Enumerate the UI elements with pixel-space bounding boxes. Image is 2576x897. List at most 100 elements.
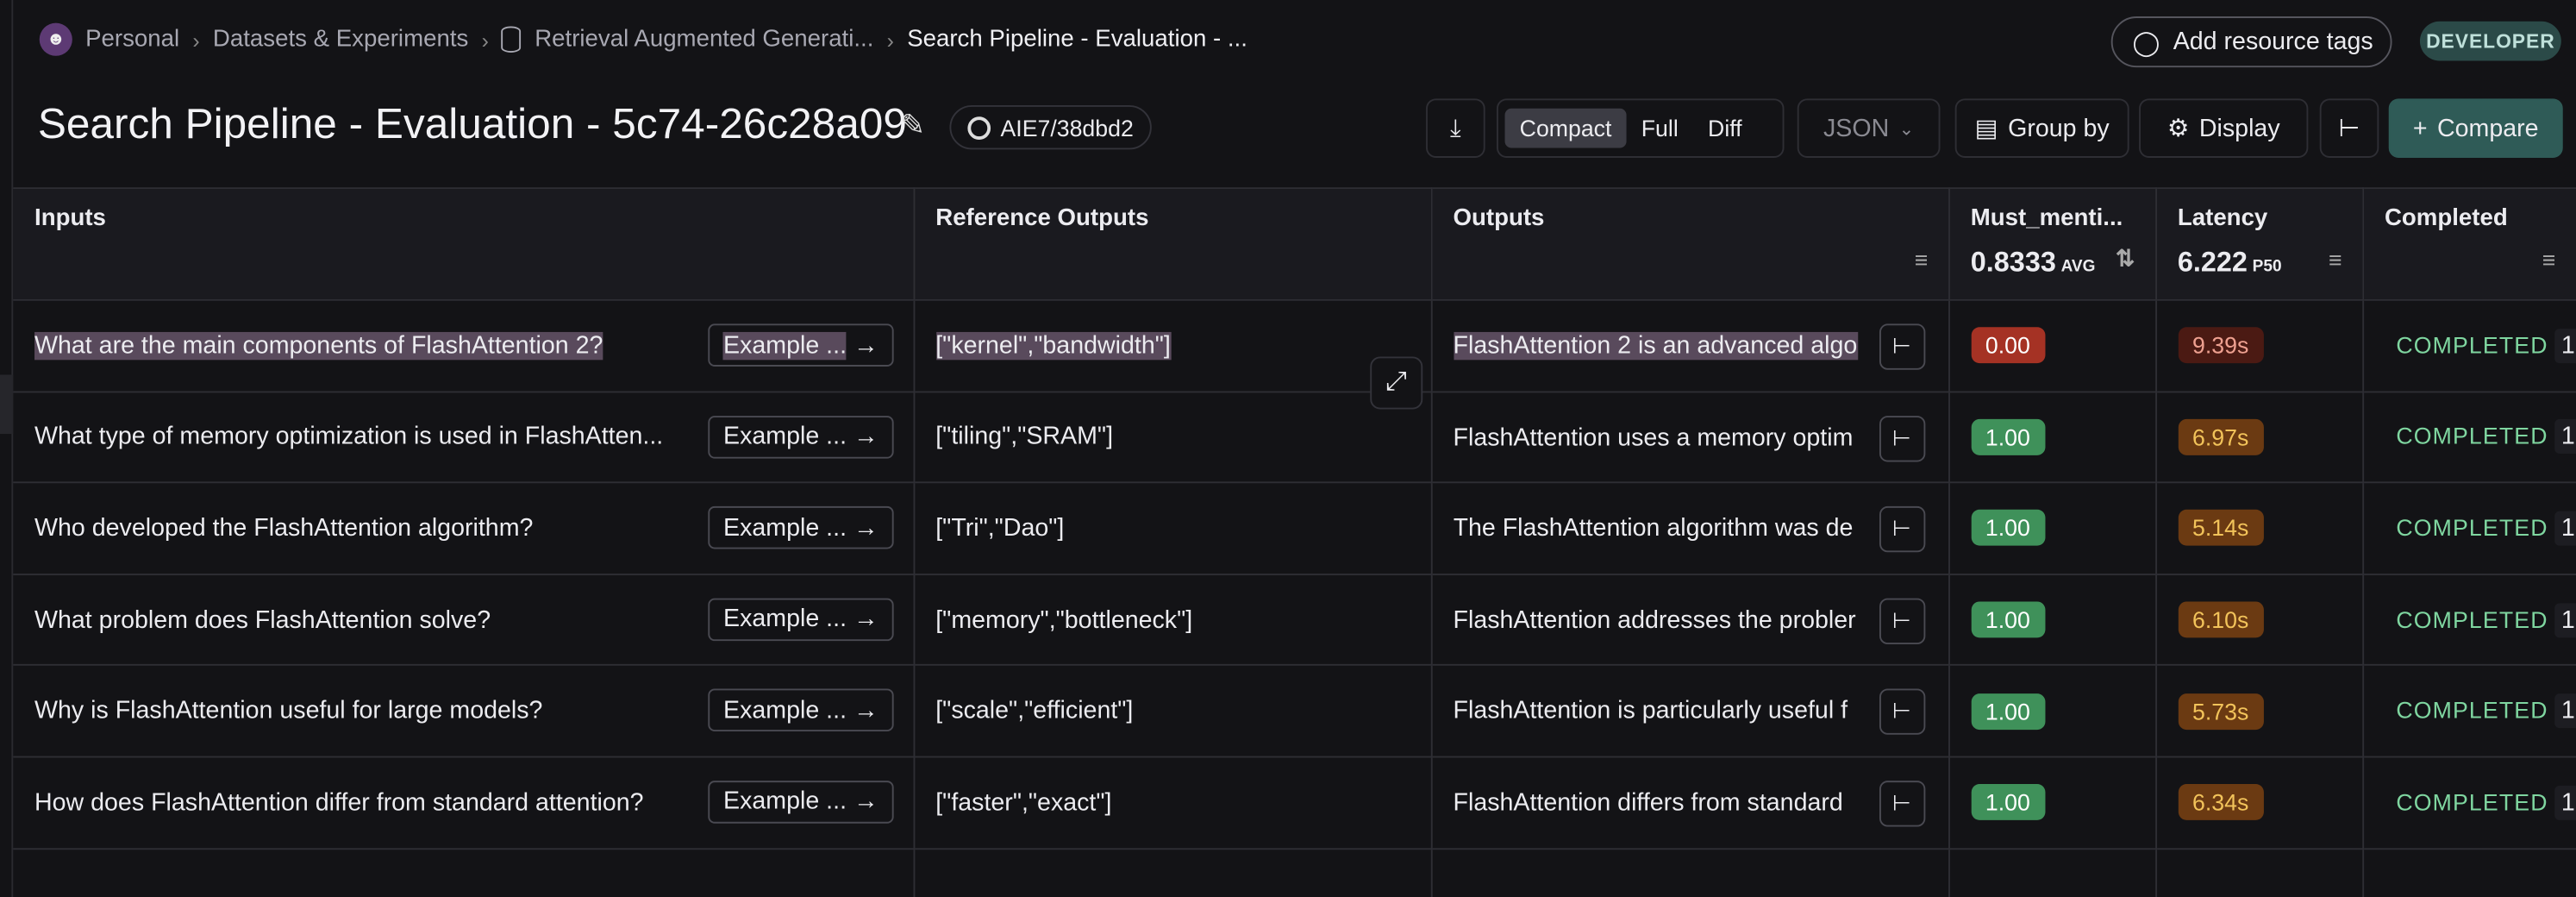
score-cell[interactable]: 1.00 (1948, 482, 2157, 575)
score-cell[interactable]: 1.00 (1948, 665, 2157, 758)
filter-icon[interactable]: ≡ (2542, 247, 2556, 273)
trace-icon[interactable]: ⊢ (1879, 598, 1925, 644)
score-badge: 1.00 (1970, 601, 2045, 638)
commit-link[interactable]: AIE7/38dbd2 (949, 104, 1152, 150)
reference-cell[interactable]: ["Tri","Dao"] (913, 482, 1432, 575)
input-cell[interactable]: How does FlashAttention differ from stan… (13, 756, 915, 850)
score-cell[interactable]: 1.00 (1948, 391, 2157, 484)
output-cell[interactable]: FlashAttention is particularly useful f ⊢ (1430, 665, 1949, 758)
edit-pencil-icon[interactable]: ✎ (900, 109, 925, 143)
trace-icon[interactable]: ⊢ (1879, 689, 1925, 736)
input-cell[interactable]: Who developed the FlashAttention algorit… (13, 482, 915, 575)
output-text: The FlashAttention algorithm was de (1453, 514, 1854, 543)
example-link-button[interactable]: Example ... → (708, 415, 893, 458)
breadcrumb-dataset[interactable]: Retrieval Augmented Generati... (535, 26, 873, 52)
example-link-button[interactable]: Example ... → (708, 689, 893, 732)
status-cell: COMPLETED 1 (2362, 574, 2576, 667)
column-header-outputs[interactable]: Outputs ≡ (1430, 187, 1949, 301)
reference-text: ["memory","bottleneck"] (935, 605, 1193, 634)
input-cell[interactable]: What are the main components of FlashAtt… (13, 299, 915, 392)
output-text: FlashAttention uses a memory optim (1453, 423, 1854, 452)
status-text: COMPLETED (2396, 423, 2548, 449)
input-cell[interactable]: Why is FlashAttention useful for large m… (13, 665, 915, 758)
example-link-button[interactable]: Example ... → (708, 781, 893, 824)
score-cell[interactable]: 0.00 (1948, 299, 2157, 392)
table-row[interactable]: How does FlashAttention differ from stan… (13, 756, 2576, 850)
output-text: FlashAttention is particularly useful f (1453, 697, 1848, 726)
input-text: What type of memory optimization is used… (34, 423, 664, 451)
column-header-completed[interactable]: Completed ≡ (2362, 187, 2576, 301)
arrow-right-icon: → (853, 422, 878, 451)
tree-icon: ⊢ (2338, 115, 2360, 143)
example-link-button[interactable]: Example ... → (708, 323, 893, 367)
status-cell: COMPLETED 1 (2362, 482, 2576, 575)
chevron-right-icon: › (481, 27, 489, 53)
score-badge: 1.00 (1970, 784, 2045, 821)
column-header-latency[interactable]: Latency 6.222 P50 ≡ (2155, 187, 2364, 301)
trace-tree-button[interactable]: ⊢ (2319, 98, 2379, 158)
example-link-button[interactable]: Example ... → (708, 506, 893, 549)
breadcrumb-personal[interactable]: Personal (85, 26, 179, 52)
output-cell[interactable]: FlashAttention uses a memory optim ⊢ (1430, 391, 1949, 484)
status-text: COMPLETED (2396, 788, 2548, 815)
expand-icon[interactable]: ⤢ (1370, 356, 1423, 410)
group-icon: ▤ (1974, 115, 1998, 143)
table-row[interactable]: Who developed the FlashAttention algorit… (13, 482, 2576, 575)
filter-icon[interactable]: ≡ (2329, 247, 2342, 273)
output-cell[interactable]: FlashAttention 2 is an advanced algo ⊢ (1430, 299, 1949, 392)
download-button[interactable]: ⤓ (1426, 98, 1485, 158)
score-badge: 1.00 (1970, 693, 2045, 730)
sidebar-handle[interactable] (0, 374, 14, 435)
view-full[interactable]: Full (1627, 109, 1693, 148)
column-header-reference[interactable]: Reference Outputs (913, 187, 1432, 301)
example-link-button[interactable]: Example ... → (708, 598, 893, 641)
status-text: COMPLETED (2396, 514, 2548, 541)
trace-icon[interactable]: ⊢ (1879, 415, 1925, 461)
output-cell[interactable]: FlashAttention addresses the probler ⊢ (1430, 574, 1949, 667)
column-header-inputs[interactable]: Inputs (13, 187, 915, 301)
compare-button[interactable]: + Compare (2388, 98, 2563, 158)
add-resource-tags-button[interactable]: ◯ Add resource tags (2110, 16, 2392, 68)
view-compact[interactable]: Compact (1504, 108, 1627, 148)
format-value: JSON (1823, 114, 1890, 142)
count-badge: 1 (2554, 785, 2575, 820)
trace-icon[interactable]: ⊢ (1879, 323, 1925, 370)
database-icon (502, 26, 522, 53)
input-cell[interactable]: What type of memory optimization is used… (13, 391, 915, 484)
reference-cell[interactable]: ["tiling","SRAM"] (913, 391, 1432, 484)
example-label: Example ... (723, 605, 847, 634)
column-header-must-mention[interactable]: Must_menti... 0.8333 AVG ⇅ (1948, 187, 2157, 301)
latency-badge: 6.34s (2177, 784, 2264, 821)
table-row[interactable]: What problem does FlashAttention solve? E… (13, 574, 2576, 667)
inputs-header: Inputs (34, 205, 106, 232)
table-row[interactable]: Why is FlashAttention useful for large m… (13, 665, 2576, 758)
score-cell[interactable]: 1.00 (1948, 756, 2157, 850)
compare-label: Compare (2437, 114, 2539, 142)
score-badge: 1.00 (1970, 418, 2045, 455)
reference-cell[interactable]: ["kernel","bandwidth"] (913, 299, 1432, 392)
trace-icon[interactable]: ⊢ (1879, 506, 1925, 553)
trace-icon[interactable]: ⊢ (1879, 781, 1925, 827)
sort-icon[interactable]: ⇅ (2116, 245, 2135, 273)
table-row[interactable]: What type of memory optimization is used… (13, 391, 2576, 484)
table-row[interactable]: What are the main components of FlashAtt… (13, 299, 2576, 392)
input-cell[interactable]: What problem does FlashAttention solve? E… (13, 574, 915, 667)
display-button[interactable]: ⚙ Display (2139, 98, 2309, 158)
arrow-right-icon: → (853, 787, 878, 817)
filter-icon[interactable]: ≡ (1915, 247, 1929, 273)
status-cell: COMPLETED 1 (2362, 756, 2576, 850)
group-by-button[interactable]: ▤ Group by (1954, 98, 2129, 158)
breadcrumb-datasets[interactable]: Datasets & Experiments (213, 26, 468, 52)
latency-cell: 6.34s (2155, 756, 2364, 850)
format-select[interactable]: JSON ⌄ (1797, 98, 1941, 158)
view-diff[interactable]: Diff (1693, 109, 1757, 148)
reference-cell[interactable]: ["scale","efficient"] (913, 665, 1432, 758)
output-cell[interactable]: The FlashAttention algorithm was de ⊢ (1430, 482, 1949, 575)
chevron-right-icon: › (886, 27, 894, 53)
latency-cell: 6.10s (2155, 574, 2364, 667)
reference-cell[interactable]: ["faster","exact"] (913, 756, 1432, 850)
empty-row (13, 848, 2576, 897)
score-cell[interactable]: 1.00 (1948, 574, 2157, 667)
output-cell[interactable]: FlashAttention differs from standard ⊢ (1430, 756, 1949, 850)
reference-cell[interactable]: ["memory","bottleneck"] (913, 574, 1432, 667)
